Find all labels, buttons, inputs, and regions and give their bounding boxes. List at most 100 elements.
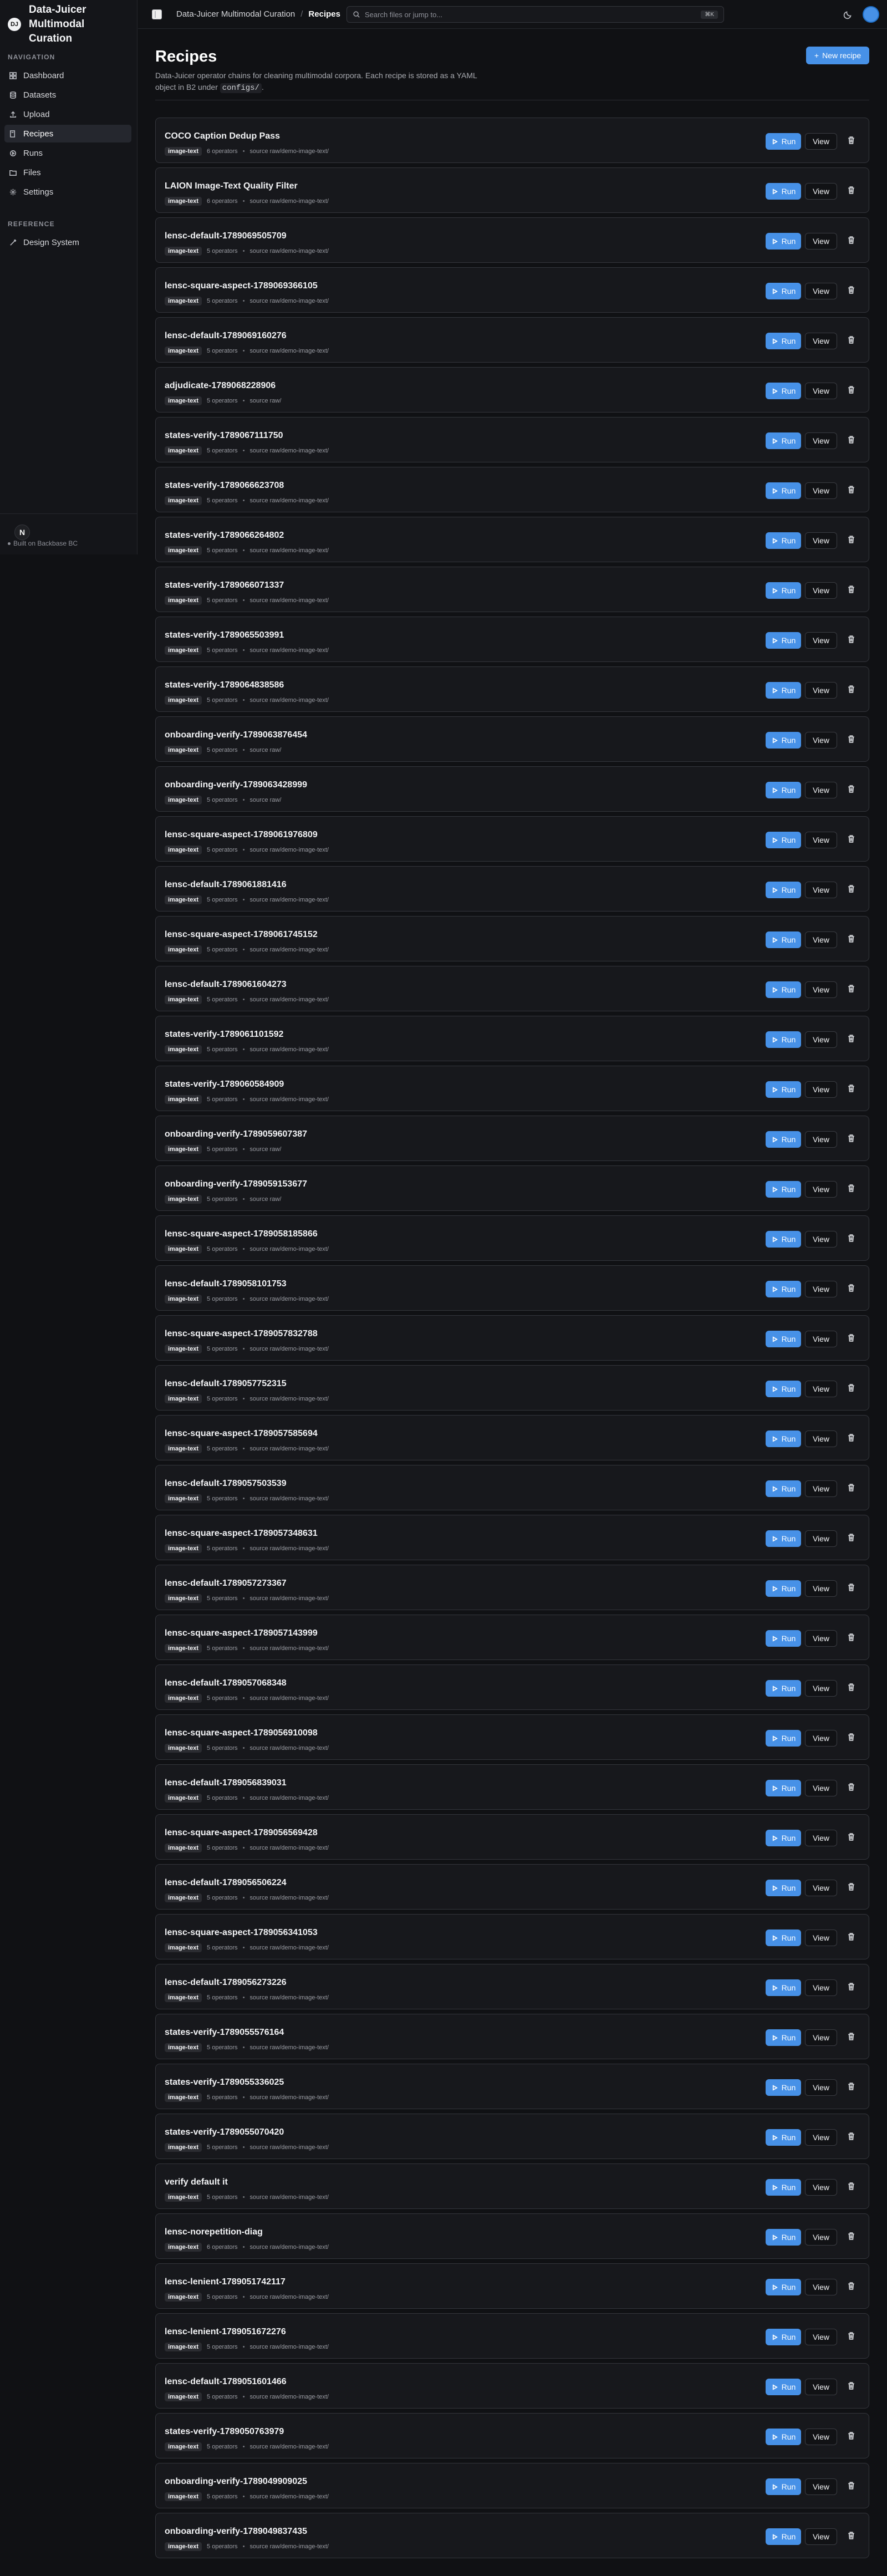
view-button[interactable]: View [805,1630,837,1647]
run-button[interactable]: Run [766,2079,801,2096]
run-button[interactable]: Run [766,1680,801,1697]
recipe-name[interactable]: lensc-default-1789057068348 [165,1678,287,1688]
recipe-name[interactable]: lensc-square-aspect-1789061976809 [165,830,318,840]
view-button[interactable]: View [805,2528,837,2545]
delete-button[interactable] [845,2032,857,2044]
delete-button[interactable] [845,1732,857,1744]
view-button[interactable]: View [805,432,837,449]
run-button[interactable]: Run [766,1430,801,1447]
recipe-name[interactable]: lensc-default-1789056506224 [165,1878,287,1888]
sidebar-item-dashboard[interactable]: Dashboard [4,67,131,84]
run-button[interactable]: Run [766,2329,801,2345]
view-button[interactable]: View [805,2179,837,2196]
recipe-name[interactable]: states-verify-1789067111750 [165,431,283,441]
run-button[interactable]: Run [766,1730,801,1747]
recipe-card[interactable]: states-verify-1789055336025 image-text 5… [155,2064,869,2109]
recipe-name[interactable]: lensc-square-aspect-1789057585694 [165,1429,318,1439]
recipe-name[interactable]: states-verify-1789055070420 [165,2127,284,2137]
recipe-card[interactable]: states-verify-1789066623708 image-text 5… [155,467,869,512]
sidebar-item-upload[interactable]: Upload [4,105,131,123]
run-button[interactable]: Run [766,482,801,499]
recipe-name[interactable]: lensc-default-1789057752315 [165,1379,287,1389]
recipe-card[interactable]: lensc-square-aspect-1789057585694 image-… [155,1415,869,1460]
recipe-card[interactable]: lensc-default-1789058101753 image-text 5… [155,1265,869,1311]
recipe-card[interactable]: adjudicate-1789068228906 image-text 5 op… [155,367,869,413]
view-button[interactable]: View [805,1580,837,1597]
run-button[interactable]: Run [766,1530,801,1547]
recipe-card[interactable]: states-verify-1789055576164 image-text 5… [155,2014,869,2059]
recipe-name[interactable]: lensc-default-1789056839031 [165,1778,287,1788]
run-button[interactable]: Run [766,2429,801,2445]
theme-toggle-icon[interactable] [843,9,853,19]
recipe-card[interactable]: states-verify-1789050763979 image-text 5… [155,2413,869,2458]
recipe-name[interactable]: lensc-square-aspect-1789061745152 [165,930,318,940]
delete-button[interactable] [845,884,857,896]
recipe-card[interactable]: states-verify-1789066264802 image-text 5… [155,517,869,562]
delete-button[interactable] [845,1882,857,1894]
run-button[interactable]: Run [766,582,801,599]
delete-button[interactable] [845,1183,857,1195]
view-button[interactable]: View [805,1730,837,1747]
delete-button[interactable] [845,1333,857,1345]
breadcrumb-app[interactable]: Data-Juicer Multimodal Curation [176,9,295,19]
recipe-card[interactable]: states-verify-1789060584909 image-text 5… [155,1066,869,1111]
recipe-card[interactable]: lensc-square-aspect-1789061976809 image-… [155,816,869,862]
delete-button[interactable] [845,1133,857,1146]
recipe-name[interactable]: lensc-default-1789069505709 [165,231,287,241]
view-button[interactable]: View [805,283,837,299]
search-box[interactable]: ⌘K [346,6,724,23]
recipe-name[interactable]: lensc-default-1789056273226 [165,1978,287,1988]
view-button[interactable]: View [805,183,837,200]
run-button[interactable]: Run [766,333,801,349]
recipe-card[interactable]: states-verify-1789055070420 image-text 5… [155,2114,869,2159]
recipe-card[interactable]: states-verify-1789064838586 image-text 5… [155,666,869,712]
view-button[interactable]: View [805,133,837,150]
delete-button[interactable] [845,235,857,247]
view-button[interactable]: View [805,2478,837,2495]
recipe-name[interactable]: lensc-square-aspect-1789056910098 [165,1728,318,1738]
recipe-card[interactable]: onboarding-verify-1789049837435 image-te… [155,2513,869,2558]
delete-button[interactable] [845,1283,857,1295]
recipe-card[interactable]: onboarding-verify-1789059153677 image-te… [155,1165,869,1211]
recipe-card[interactable]: lensc-default-1789061881416 image-text 5… [155,866,869,912]
recipe-card[interactable]: LAION Image-Text Quality Filter image-te… [155,167,869,213]
view-button[interactable]: View [805,1231,837,1248]
recipe-name[interactable]: states-verify-1789066623708 [165,481,284,491]
recipe-card[interactable]: lensc-square-aspect-1789057348631 image-… [155,1515,869,1560]
delete-button[interactable] [845,1982,857,1994]
recipe-card[interactable]: lensc-norepetition-diag image-text 6 ope… [155,2213,869,2259]
recipe-card[interactable]: lensc-default-1789051601466 image-text 5… [155,2363,869,2409]
recipe-name[interactable]: onboarding-verify-1789049909025 [165,2477,307,2487]
delete-button[interactable] [845,385,857,397]
delete-button[interactable] [845,1782,857,1794]
delete-button[interactable] [845,834,857,846]
view-button[interactable]: View [805,482,837,499]
run-button[interactable]: Run [766,283,801,299]
new-recipe-button[interactable]: + New recipe [806,47,869,64]
delete-button[interactable] [845,1582,857,1595]
recipe-name[interactable]: lensc-square-aspect-1789056341053 [165,1928,318,1938]
delete-button[interactable] [845,1932,857,1944]
view-button[interactable]: View [805,832,837,848]
view-button[interactable]: View [805,333,837,349]
recipe-name[interactable]: lensc-square-aspect-1789058185866 [165,1229,318,1239]
recipe-name[interactable]: lensc-default-1789057503539 [165,1479,287,1489]
sidebar-item-recipes[interactable]: Recipes [4,125,131,142]
delete-button[interactable] [845,784,857,796]
recipe-card[interactable]: verify default it image-text 5 operators… [155,2163,869,2209]
run-button[interactable]: Run [766,1930,801,1946]
view-button[interactable]: View [805,1281,837,1297]
delete-button[interactable] [845,984,857,996]
recipe-name[interactable]: states-verify-1789060584909 [165,1080,284,1090]
recipe-card[interactable]: COCO Caption Dedup Pass image-text 6 ope… [155,118,869,163]
view-button[interactable]: View [805,682,837,699]
recipe-name[interactable]: lensc-square-aspect-1789069366105 [165,281,318,291]
sidebar-item-files[interactable]: Files [4,164,131,181]
run-button[interactable]: Run [766,1480,801,1497]
recipe-name[interactable]: lensc-square-aspect-1789057348631 [165,1529,318,1539]
recipe-card[interactable]: lensc-square-aspect-1789058185866 image-… [155,1215,869,1261]
run-button[interactable]: Run [766,2379,801,2395]
recipe-card[interactable]: lensc-default-1789057273367 image-text 5… [155,1565,869,1610]
sidebar-item-datasets[interactable]: Datasets [4,86,131,104]
view-button[interactable]: View [805,2029,837,2046]
